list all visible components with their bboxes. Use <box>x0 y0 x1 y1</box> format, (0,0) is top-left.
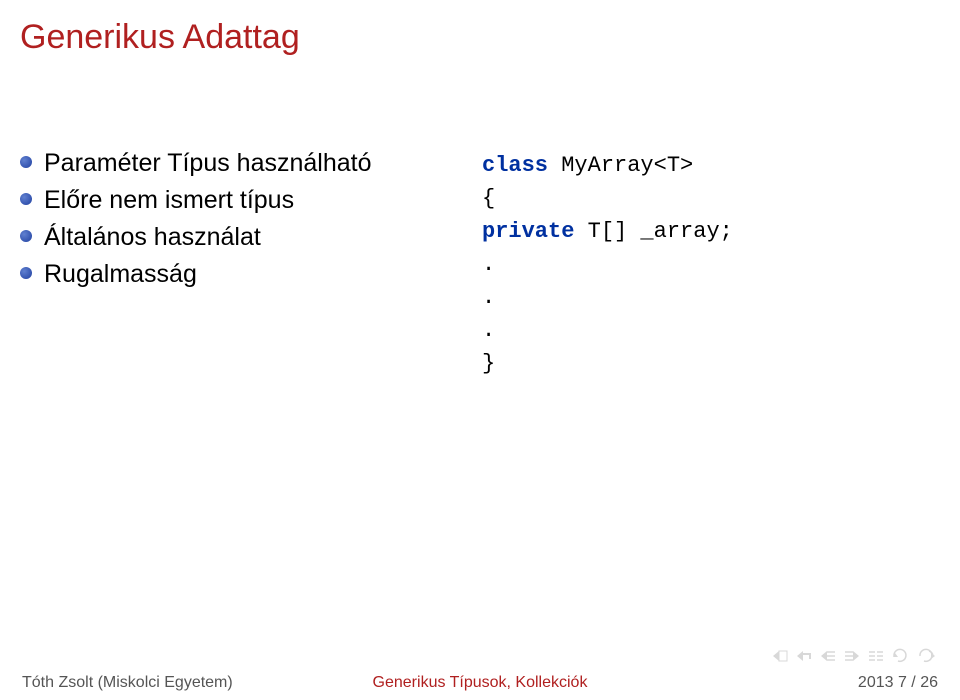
code-text: T[] _array; <box>574 219 732 244</box>
bullet-list: Paraméter Típus használható Előre nem is… <box>20 149 470 289</box>
code-text: . <box>482 285 495 310</box>
bullet-text: Előre nem ismert típus <box>44 186 294 215</box>
list-item: Előre nem ismert típus <box>20 186 470 215</box>
content-area: Paraméter Típus használható Előre nem is… <box>0 57 960 380</box>
list-item: Paraméter Típus használható <box>20 149 470 178</box>
bullet-text: Általános használat <box>44 223 261 252</box>
list-item: Általános használat <box>20 223 470 252</box>
code-block: class MyArray<T> { private T[] _array; .… <box>480 149 940 380</box>
nav-last-icon[interactable] <box>866 650 886 662</box>
bullet-text: Rugalmasság <box>44 260 197 289</box>
nav-prev-icon[interactable] <box>794 650 814 662</box>
footer-author: Tóth Zsolt (Miskolci Egyetem) <box>22 674 233 692</box>
slide-title: Generikus Adattag <box>0 0 960 57</box>
bullet-text: Paraméter Típus használható <box>44 149 372 178</box>
code-text: . <box>482 318 495 343</box>
code-text: . <box>482 252 495 277</box>
nav-next-icon[interactable] <box>842 650 862 662</box>
nav-prev2-icon[interactable] <box>818 650 838 662</box>
bullet-icon <box>20 267 32 279</box>
left-column: Paraméter Típus használható Előre nem is… <box>20 149 480 380</box>
bullet-icon <box>20 230 32 242</box>
code-text: } <box>482 351 495 376</box>
redo-icon[interactable] <box>916 648 938 664</box>
footer-page: 2013 7 / 26 <box>858 674 938 692</box>
bullet-icon <box>20 156 32 168</box>
nav-first-icon[interactable] <box>770 650 790 662</box>
keyword-class: class <box>482 153 548 178</box>
footer-title: Generikus Típusok, Kollekciók <box>373 674 588 692</box>
footer: Tóth Zsolt (Miskolci Egyetem) Generikus … <box>0 666 960 700</box>
code-text: { <box>482 186 495 211</box>
nav-icons <box>770 648 938 664</box>
list-item: Rugalmasság <box>20 260 470 289</box>
bullet-icon <box>20 193 32 205</box>
undo-icon[interactable] <box>890 648 912 664</box>
keyword-private: private <box>482 219 574 244</box>
code-text: MyArray<T> <box>548 153 693 178</box>
